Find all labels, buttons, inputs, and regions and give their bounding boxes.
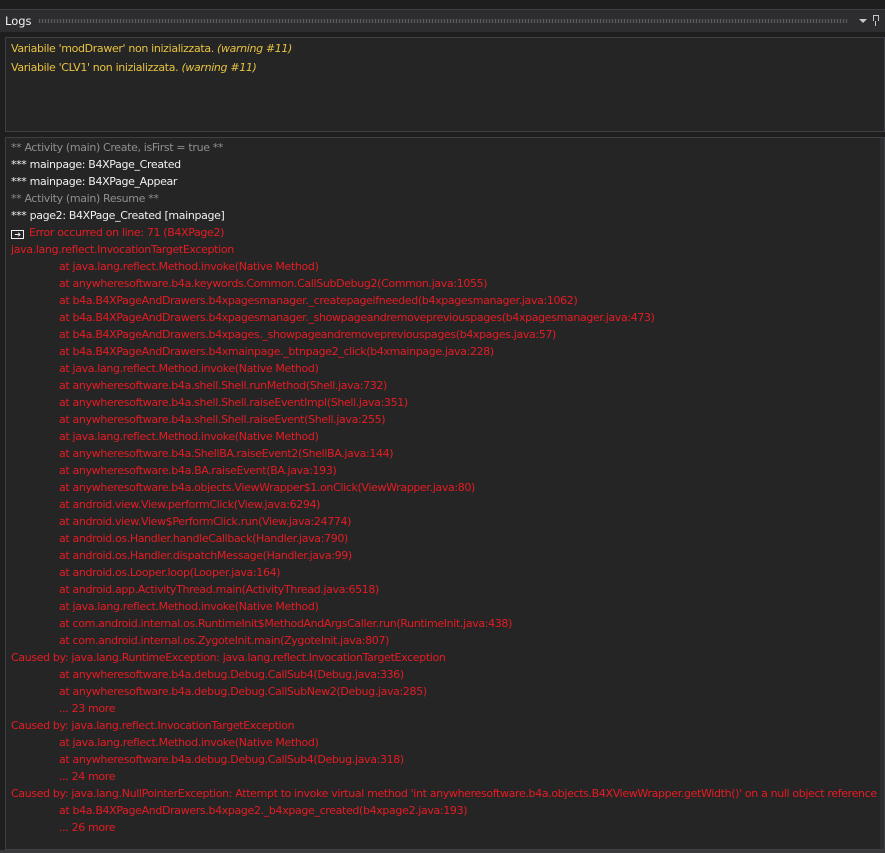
drag-grip[interactable] bbox=[38, 19, 848, 23]
log-text: at java.lang.reflect.Method.invoke(Nativ… bbox=[59, 600, 319, 613]
log-text: at anywheresoftware.b4a.keywords.Common.… bbox=[59, 277, 488, 290]
warning-item[interactable]: Variabile 'CLV1' non inizializzata. (war… bbox=[11, 59, 257, 76]
log-line: java.lang.reflect.InvocationTargetExcept… bbox=[11, 241, 234, 258]
panel-title: Logs bbox=[5, 14, 32, 28]
log-text: at android.app.ActivityThread.main(Activ… bbox=[59, 583, 380, 596]
log-output[interactable]: ** Activity (main) Create, isFirst = tru… bbox=[5, 137, 885, 850]
log-text: at android.view.View$PerformClick.run(Vi… bbox=[59, 515, 352, 528]
log-line: at java.lang.reflect.Method.invoke(Nativ… bbox=[59, 428, 319, 445]
log-text: Caused by: java.lang.RuntimeException: j… bbox=[11, 651, 446, 664]
log-text: at anywheresoftware.b4a.shell.Shell.runM… bbox=[59, 379, 387, 392]
log-text: at com.android.internal.os.RuntimeInit$M… bbox=[59, 617, 513, 630]
log-line: at anywheresoftware.b4a.objects.ViewWrap… bbox=[59, 479, 475, 496]
log-line: at b4a.B4XPageAndDrawers.b4xpagesmanager… bbox=[59, 309, 655, 326]
log-line: at b4a.B4XPageAndDrawers.b4xmainpage._bt… bbox=[59, 343, 494, 360]
log-text: at android.os.Looper.loop(Looper.java:16… bbox=[59, 566, 281, 579]
log-line: Caused by: java.lang.RuntimeException: j… bbox=[11, 649, 446, 666]
log-text: at android.os.Handler.dispatchMessage(Ha… bbox=[59, 549, 352, 562]
log-text: ... 24 more bbox=[59, 770, 116, 783]
log-text: at anywheresoftware.b4a.objects.ViewWrap… bbox=[59, 481, 475, 494]
log-line: *** mainpage: B4XPage_Appear bbox=[11, 173, 177, 190]
warning-code: (warning #11) bbox=[181, 61, 257, 74]
log-text: at b4a.B4XPageAndDrawers.b4xpagesmanager… bbox=[59, 294, 578, 307]
log-line: *** page2: B4XPage_Created [mainpage] bbox=[11, 207, 225, 224]
log-line: ... 24 more bbox=[59, 768, 115, 785]
log-text: at java.lang.reflect.Method.invoke(Nativ… bbox=[59, 736, 319, 749]
log-text: ... 23 more bbox=[59, 702, 116, 715]
log-line: ** Activity (main) Resume ** bbox=[11, 190, 159, 207]
log-text: at anywheresoftware.b4a.ShellBA.raiseEve… bbox=[59, 447, 394, 460]
log-text: Caused by: java.lang.NullPointerExceptio… bbox=[11, 787, 877, 800]
log-text: at b4a.B4XPageAndDrawers.b4xpages._showp… bbox=[59, 328, 556, 341]
log-text: at anywheresoftware.b4a.debug.Debug.Call… bbox=[59, 668, 404, 681]
goto-line-icon[interactable]: ➔ bbox=[11, 230, 24, 239]
log-line: Caused by: java.lang.NullPointerExceptio… bbox=[11, 785, 877, 802]
log-line: at anywheresoftware.b4a.debug.Debug.Call… bbox=[59, 666, 404, 683]
log-text: Error occurred on line: 71 (B4XPage2) bbox=[29, 226, 225, 239]
log-line: at anywheresoftware.b4a.keywords.Common.… bbox=[59, 275, 488, 292]
log-line: ** Activity (main) Create, isFirst = tru… bbox=[11, 139, 223, 156]
log-text: at anywheresoftware.b4a.BA.raiseEvent(BA… bbox=[59, 464, 337, 477]
log-text: *** mainpage: B4XPage_Created bbox=[11, 158, 181, 171]
log-line[interactable]: ➔ Error occurred on line: 71 (B4XPage2) bbox=[11, 224, 224, 241]
chevron-down-icon[interactable] bbox=[859, 19, 867, 23]
log-line: at java.lang.reflect.Method.invoke(Nativ… bbox=[59, 360, 319, 377]
log-line: at java.lang.reflect.Method.invoke(Nativ… bbox=[59, 734, 319, 751]
log-line: at anywheresoftware.b4a.debug.Debug.Call… bbox=[59, 683, 427, 700]
log-line: at anywheresoftware.b4a.shell.Shell.runM… bbox=[59, 377, 387, 394]
log-line: at android.os.Handler.handleCallback(Han… bbox=[59, 530, 348, 547]
log-line: at b4a.B4XPageAndDrawers.b4xpage2._b4xpa… bbox=[59, 802, 468, 819]
log-line: ... 23 more bbox=[59, 700, 115, 717]
log-line: at anywheresoftware.b4a.BA.raiseEvent(BA… bbox=[59, 462, 337, 479]
log-text: java.lang.reflect.InvocationTargetExcept… bbox=[11, 243, 234, 256]
log-text: at b4a.B4XPageAndDrawers.b4xpage2._b4xpa… bbox=[59, 804, 468, 817]
log-line: at anywheresoftware.b4a.debug.Debug.Call… bbox=[59, 751, 404, 768]
warning-text: Variabile 'modDrawer' non inizializzata. bbox=[11, 42, 214, 55]
log-line: at anywheresoftware.b4a.shell.Shell.rais… bbox=[59, 394, 408, 411]
log-line: at android.os.Handler.dispatchMessage(Ha… bbox=[59, 547, 352, 564]
log-line: at b4a.B4XPageAndDrawers.b4xpagesmanager… bbox=[59, 292, 578, 309]
log-text: ... 26 more bbox=[59, 821, 116, 834]
log-text: at java.lang.reflect.Method.invoke(Nativ… bbox=[59, 362, 319, 375]
log-line: at android.view.View$PerformClick.run(Vi… bbox=[59, 513, 351, 530]
warning-code: (warning #11) bbox=[217, 42, 293, 55]
log-line: Caused by: java.lang.reflect.InvocationT… bbox=[11, 717, 295, 734]
log-line: at b4a.B4XPageAndDrawers.b4xpages._showp… bbox=[59, 326, 556, 343]
log-line: at com.android.internal.os.ZygoteInit.ma… bbox=[59, 632, 389, 649]
log-text: at anywheresoftware.b4a.debug.Debug.Call… bbox=[59, 753, 404, 766]
log-line: at anywheresoftware.b4a.ShellBA.raiseEve… bbox=[59, 445, 394, 462]
log-line: at java.lang.reflect.Method.invoke(Nativ… bbox=[59, 258, 319, 275]
log-line: at anywheresoftware.b4a.shell.Shell.rais… bbox=[59, 411, 386, 428]
log-text: at anywheresoftware.b4a.debug.Debug.Call… bbox=[59, 685, 427, 698]
log-text: at com.android.internal.os.ZygoteInit.ma… bbox=[59, 634, 390, 647]
log-text: Caused by: java.lang.reflect.InvocationT… bbox=[11, 719, 295, 732]
log-text: *** page2: B4XPage_Created [mainpage] bbox=[11, 209, 225, 222]
log-text: ** Activity (main) Resume ** bbox=[11, 192, 159, 205]
log-text: at android.view.View.performClick(View.j… bbox=[59, 498, 321, 511]
vertical-scrollbar[interactable] bbox=[880, 138, 884, 849]
log-line: *** mainpage: B4XPage_Created bbox=[11, 156, 181, 173]
log-text: at java.lang.reflect.Method.invoke(Nativ… bbox=[59, 430, 319, 443]
warnings-list[interactable]: Variabile 'modDrawer' non inizializzata.… bbox=[5, 37, 885, 132]
log-line: at android.app.ActivityThread.main(Activ… bbox=[59, 581, 379, 598]
log-text: at b4a.B4XPageAndDrawers.b4xmainpage._bt… bbox=[59, 345, 494, 358]
warning-text: Variabile 'CLV1' non inizializzata. bbox=[11, 61, 179, 74]
log-text: at android.os.Handler.handleCallback(Han… bbox=[59, 532, 348, 545]
pin-icon[interactable] bbox=[873, 15, 879, 26]
logs-panel-header: Logs bbox=[0, 10, 885, 32]
log-text: at java.lang.reflect.Method.invoke(Nativ… bbox=[59, 260, 319, 273]
log-text: at anywheresoftware.b4a.shell.Shell.rais… bbox=[59, 396, 408, 409]
log-line: at android.view.View.performClick(View.j… bbox=[59, 496, 320, 513]
log-text: at b4a.B4XPageAndDrawers.b4xpagesmanager… bbox=[59, 311, 655, 324]
warning-item[interactable]: Variabile 'modDrawer' non inizializzata.… bbox=[11, 40, 292, 57]
log-line: at java.lang.reflect.Method.invoke(Nativ… bbox=[59, 598, 319, 615]
log-text: at anywheresoftware.b4a.shell.Shell.rais… bbox=[59, 413, 386, 426]
log-line: at com.android.internal.os.RuntimeInit$M… bbox=[59, 615, 512, 632]
log-text: *** mainpage: B4XPage_Appear bbox=[11, 175, 178, 188]
log-line: ... 26 more bbox=[59, 819, 115, 836]
log-text: ** Activity (main) Create, isFirst = tru… bbox=[11, 141, 224, 154]
log-line: at android.os.Looper.loop(Looper.java:16… bbox=[59, 564, 281, 581]
